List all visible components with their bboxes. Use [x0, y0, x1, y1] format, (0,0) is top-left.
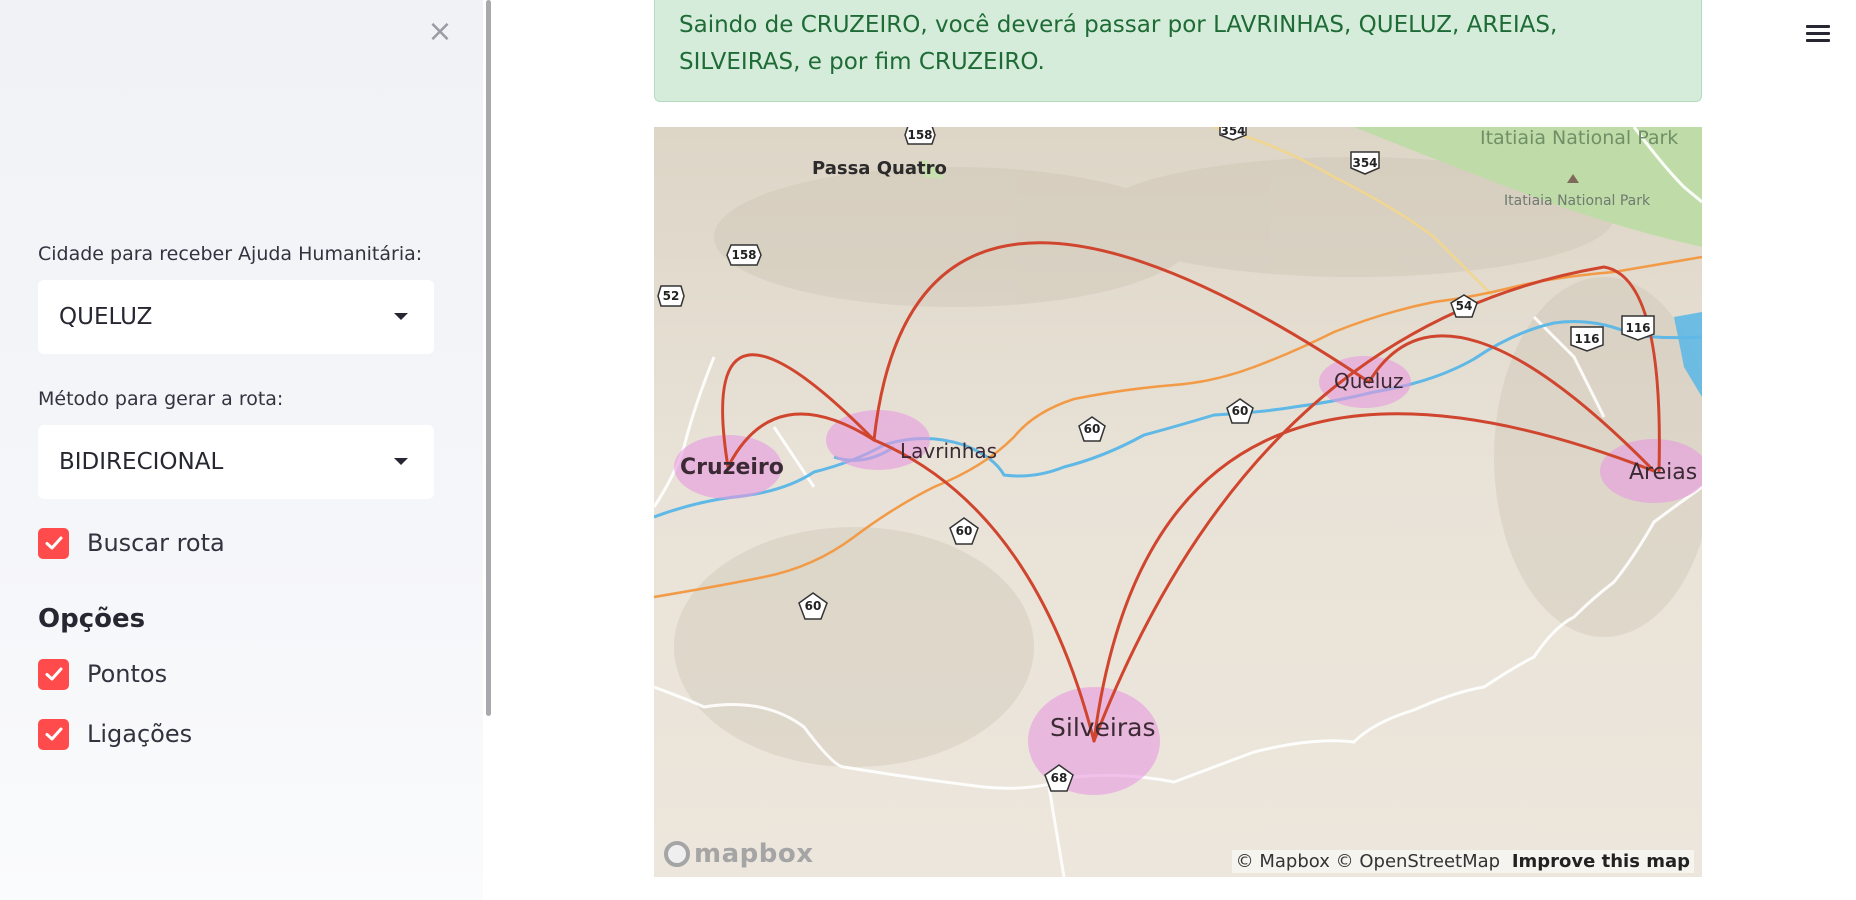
checkbox-checked-icon	[38, 527, 69, 559]
points-label: Pontos	[87, 660, 168, 688]
method-select-label: Método para gerar a rota:	[38, 388, 284, 410]
attribution-osm-link[interactable]: © OpenStreetMap	[1336, 851, 1500, 872]
road-shield-60: 60	[1226, 398, 1254, 424]
road-shield-54: 54	[1450, 294, 1478, 318]
road-shield-60: 60	[949, 517, 979, 545]
map-attribution: © Mapbox © OpenStreetMap Improve this ma…	[1231, 850, 1694, 873]
map-canvas	[654, 127, 1702, 877]
links-checkbox[interactable]: Ligações	[38, 717, 192, 751]
road-shield-116: 116	[1620, 315, 1656, 341]
search-route-checkbox[interactable]: Buscar rota	[38, 526, 225, 560]
city-select-value: QUELUZ	[59, 304, 153, 330]
city-select[interactable]: QUELUZ	[38, 280, 434, 354]
sidebar-scrollbar[interactable]	[486, 0, 491, 716]
city-label-areias: Areias	[1629, 460, 1698, 485]
road-shield-52: 52	[657, 284, 685, 308]
road-shield-354: 354	[1218, 127, 1248, 141]
route-alert-text: Saindo de CRUZEIRO, você deverá passar p…	[679, 12, 1558, 75]
road-shield-60: 60	[798, 592, 828, 620]
links-label: Ligações	[87, 720, 193, 748]
attribution-mapbox-link[interactable]: © Mapbox	[1236, 851, 1330, 872]
city-label-cruzeiro: Cruzeiro	[680, 455, 784, 480]
checkbox-checked-icon	[38, 658, 69, 690]
city-label-silveiras: Silveiras	[1050, 713, 1156, 742]
mapbox-logo-icon	[664, 841, 690, 867]
points-checkbox[interactable]: Pontos	[38, 657, 167, 691]
road-shield-60: 60	[1078, 416, 1106, 442]
checkbox-checked-icon	[38, 718, 69, 750]
method-select-value: BIDIRECIONAL	[59, 449, 224, 475]
city-select-label: Cidade para receber Ajuda Humanitária:	[38, 243, 423, 265]
close-sidebar-icon[interactable]: ×	[426, 17, 454, 47]
search-route-label: Buscar rota	[87, 529, 225, 557]
road-shield-116: 116	[1569, 326, 1605, 352]
road-shield-158: 158	[726, 243, 762, 267]
method-select[interactable]: BIDIRECIONAL	[38, 425, 434, 499]
place-label-itatiaia: Itatiaia National Park	[1480, 127, 1679, 149]
road-shield-68: 68	[1044, 764, 1074, 792]
improve-map-link[interactable]: Improve this map	[1512, 851, 1690, 872]
route-map[interactable]: Passa Quatro Itatiaia National Park Itat…	[654, 127, 1702, 877]
hamburger-menu-icon[interactable]	[1806, 22, 1830, 44]
route-alert: Saindo de CRUZEIRO, você deverá passar p…	[654, 0, 1702, 102]
options-title: Opções	[38, 604, 146, 634]
park-marker-icon	[1567, 174, 1579, 183]
sidebar: × Cidade para receber Ajuda Humanitária:…	[0, 0, 483, 900]
mapbox-logo[interactable]: mapbox	[664, 839, 814, 869]
place-label-itatiaia-small: Itatiaia National Park	[1504, 193, 1651, 209]
road-shield-354: 354	[1349, 151, 1381, 175]
place-label-passa-quatro: Passa Quatro	[812, 158, 947, 179]
road-shield-158: 158	[904, 127, 936, 146]
chevron-down-icon	[394, 458, 408, 465]
city-label-lavrinhas: Lavrinhas	[900, 439, 998, 463]
city-label-queluz: Queluz	[1334, 369, 1404, 393]
chevron-down-icon	[394, 313, 408, 320]
